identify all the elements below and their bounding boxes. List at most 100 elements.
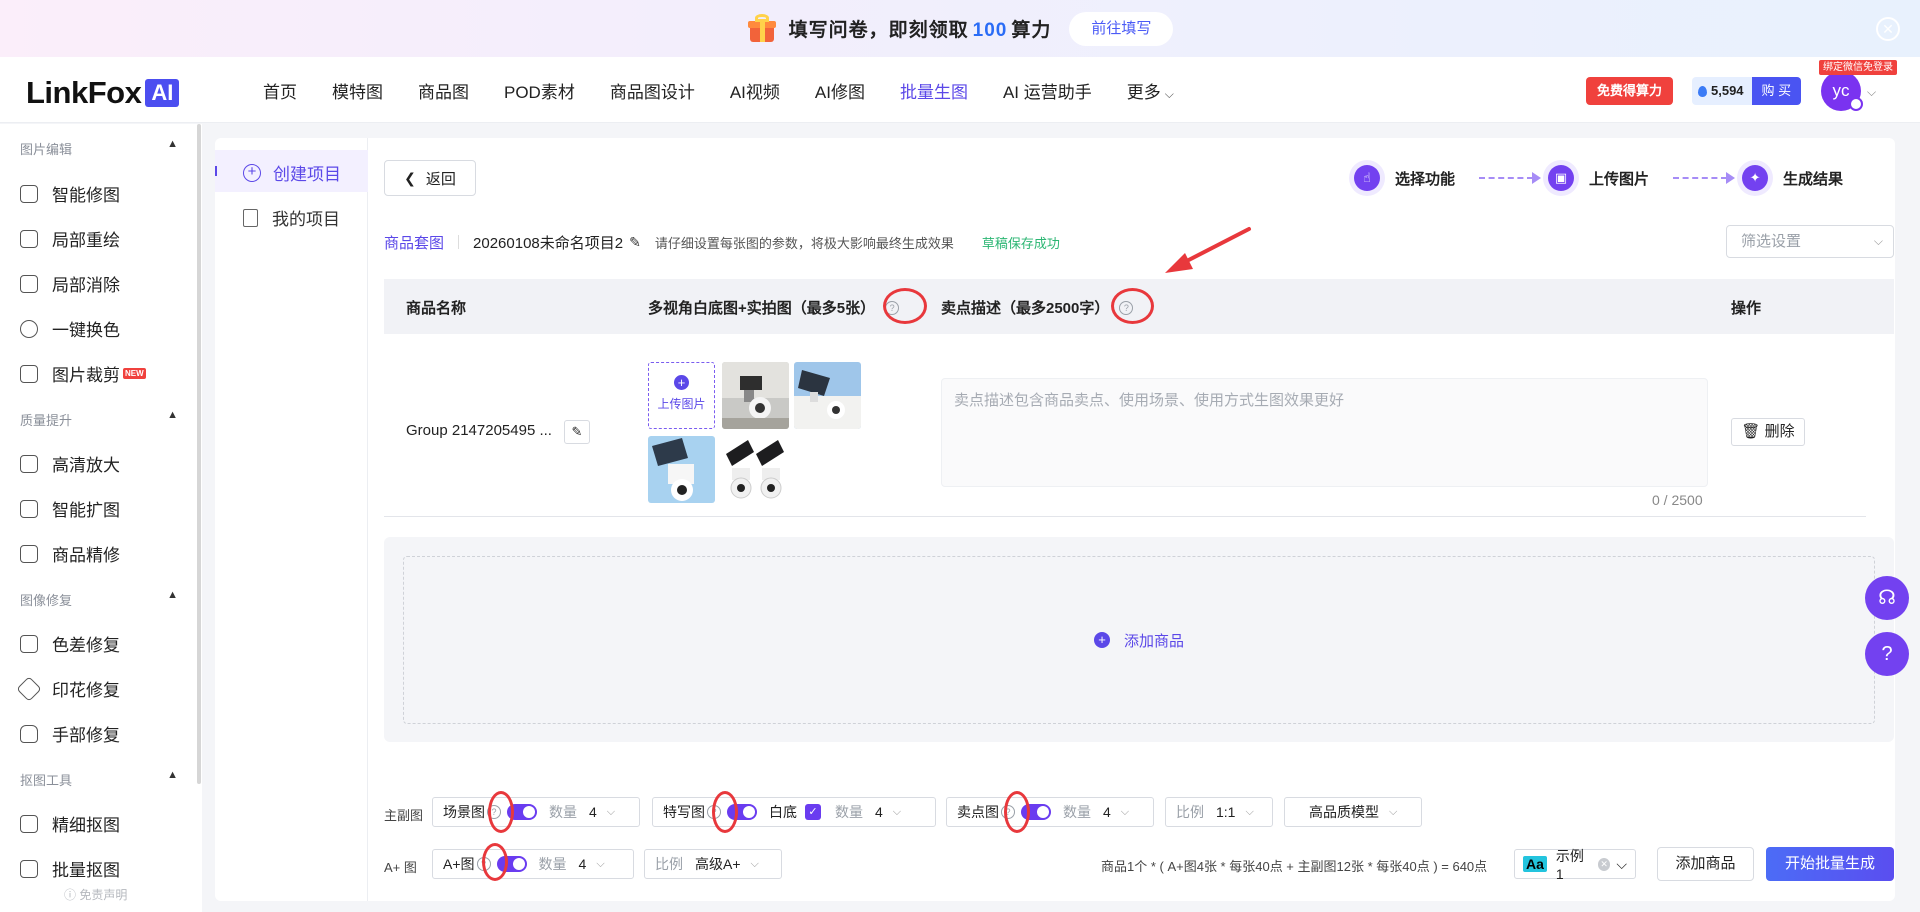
crown-icon bbox=[1849, 97, 1863, 111]
nav-pod-assets[interactable]: POD素材 bbox=[504, 78, 575, 103]
scene-qty-select[interactable]: 4 bbox=[589, 804, 597, 820]
product-thumbnail[interactable] bbox=[794, 362, 861, 429]
ratio-select[interactable]: 比例 1:1 ⌵ bbox=[1165, 797, 1273, 827]
trash-icon: 🗑 bbox=[1741, 423, 1761, 440]
image-upload-icon: ▣ bbox=[1548, 165, 1575, 191]
wand-icon bbox=[20, 184, 38, 203]
nav-product-image[interactable]: 商品图 bbox=[418, 78, 469, 103]
pointer-icon: ☝ bbox=[1354, 165, 1380, 191]
filter-select[interactable]: 筛选设置 ⌵ bbox=[1726, 225, 1894, 258]
scene-image-config: 场景图 ? 数量 4 ⌵ bbox=[432, 797, 640, 827]
sidebar-item-color-fix[interactable]: 色差修复 bbox=[20, 631, 120, 656]
sidebar-item-crop[interactable]: 图片裁剪 NEW bbox=[20, 361, 146, 386]
sidebar-item-fine-cutout[interactable]: 精细抠图 bbox=[20, 811, 120, 836]
headset-icon[interactable]: ☊ bbox=[1865, 576, 1909, 620]
product-thumbnail[interactable] bbox=[722, 436, 789, 503]
chevron-left-icon: ❮ bbox=[404, 169, 416, 186]
logo[interactable]: LinkFox AI bbox=[26, 75, 180, 111]
eraser-icon bbox=[20, 274, 38, 293]
start-batch-button[interactable]: 开始批量生成 bbox=[1766, 847, 1894, 881]
sidebar-item-erase[interactable]: 局部消除 bbox=[20, 271, 120, 296]
aplus-ratio-select[interactable]: 比例 高级A+ ⌵ bbox=[644, 849, 782, 879]
closeup-image-config: 特写图 ? 白底 ✓ 数量 4 ⌵ bbox=[652, 797, 936, 827]
plus-circle-icon: + bbox=[1093, 632, 1110, 648]
nav-batch-generate[interactable]: 批量生图 bbox=[900, 78, 968, 103]
annotation-circle bbox=[482, 843, 508, 881]
sidebar-item-recolor[interactable]: 一键换色 bbox=[20, 316, 120, 341]
sidebar-item-batch-cutout[interactable]: 批量抠图 bbox=[20, 856, 120, 881]
project-name: 20260108未命名项目2 bbox=[473, 234, 624, 252]
edit-icon[interactable]: ✎ bbox=[564, 420, 590, 444]
nav-model-image[interactable]: 模特图 bbox=[332, 78, 383, 103]
selling-points-textarea[interactable]: 卖点描述包含商品卖点、使用场景、使用方式生图效果更好 bbox=[941, 378, 1708, 487]
free-points-button[interactable]: 免费得算力 bbox=[1586, 77, 1674, 105]
delete-button[interactable]: 🗑 删除 bbox=[1731, 418, 1805, 446]
sidebar-scrollbar[interactable] bbox=[197, 124, 201, 784]
nav-product-design[interactable]: 商品图设计 bbox=[610, 78, 695, 103]
sidebar-item-product-refine[interactable]: 商品精修 bbox=[20, 541, 120, 566]
annotation-circle bbox=[1004, 791, 1030, 833]
sidebar-item-print-fix[interactable]: 印花修复 bbox=[16, 675, 120, 702]
nav-home[interactable]: 首页 bbox=[263, 78, 297, 103]
add-product-dropzone[interactable]: + 添加商品 bbox=[403, 556, 1875, 724]
suite-link[interactable]: 商品套图 bbox=[384, 232, 444, 253]
sidebar-item-inpaint[interactable]: 局部重绘 bbox=[20, 226, 120, 251]
chevron-down-icon: ⌵ bbox=[1616, 855, 1627, 872]
document-icon bbox=[243, 208, 258, 227]
upload-image-button[interactable]: + 上传图片 bbox=[648, 362, 715, 429]
table-row: Group 2147205495 ... ✎ + 上传图片 卖点描述包含商品卖点… bbox=[384, 334, 1866, 517]
bind-wechat-tag[interactable]: 绑定微信免登录 bbox=[1819, 60, 1897, 75]
buy-button[interactable]: 购 买 bbox=[1751, 77, 1802, 105]
project-info-bar: 商品套图 20260108未命名项目2 ✎ 请仔细设置每张图的参数，将极大影响最… bbox=[384, 231, 1060, 253]
sidebar-item-smart-retouch[interactable]: 智能修图 bbox=[20, 181, 120, 206]
new-badge: NEW bbox=[123, 368, 146, 379]
sub-navigation: + 创建项目 我的项目 bbox=[215, 138, 368, 901]
annotation-arrow bbox=[1165, 227, 1251, 273]
extend-icon bbox=[20, 499, 38, 518]
sidebar-group-title[interactable]: 图像修复 ▲ bbox=[20, 589, 178, 609]
step-arrow bbox=[1673, 172, 1736, 184]
banner-text: 填写问卷，即刻领取 100 算力 bbox=[788, 20, 1052, 41]
edit-icon[interactable]: ✎ bbox=[629, 234, 641, 251]
disclaimer-link[interactable]: ⓘ 免责声明 bbox=[64, 886, 127, 903]
subnav-my-projects[interactable]: 我的项目 bbox=[243, 205, 340, 230]
chevron-down-icon[interactable]: ⌵ bbox=[1867, 85, 1876, 100]
model-select[interactable]: 高品质模型 ⌵ bbox=[1284, 797, 1422, 827]
brush-icon bbox=[20, 229, 38, 248]
sidebar-item-outpaint[interactable]: 智能扩图 bbox=[20, 496, 120, 521]
left-sidebar: 图片编辑 ▲ 智能修图 局部重绘 局部消除 一键换色 图片裁剪 NEW 质量提升 ▲ … bbox=[0, 124, 202, 912]
subnav-create-project[interactable]: + 创建项目 bbox=[243, 160, 341, 185]
product-thumbnail[interactable] bbox=[648, 436, 715, 503]
color-swap-icon bbox=[20, 319, 38, 338]
params-hint: 请仔细设置每张图的参数，将极大影响最终生成效果 bbox=[654, 235, 954, 251]
sidebar-group-title[interactable]: 抠图工具 ▲ bbox=[20, 769, 178, 789]
main-menu: 首页 模特图 商品图 POD素材 商品图设计 AI视频 AI修图 批量生图 AI… bbox=[263, 57, 1209, 123]
annotation-circle bbox=[883, 288, 927, 324]
aplus-qty-select[interactable]: 4 bbox=[579, 856, 587, 872]
help-circle-icon[interactable]: ? bbox=[1865, 632, 1909, 676]
close-icon[interactable]: ✕ bbox=[1876, 17, 1900, 41]
closeup-qty-select[interactable]: 4 bbox=[875, 804, 883, 820]
example-select[interactable]: Aa 示例1 ✕ ⌵ bbox=[1514, 848, 1636, 882]
banner-cta-button[interactable]: 前往填写 bbox=[1069, 11, 1174, 46]
avatar[interactable]: yc bbox=[1821, 71, 1863, 111]
points-value: 5,594 bbox=[1711, 83, 1744, 98]
sidebar-group-title[interactable]: 图片编辑 ▲ bbox=[20, 138, 178, 158]
sidebar-item-hand-fix[interactable]: 手部修复 bbox=[20, 721, 120, 746]
aplus-images-label: A+ 图 bbox=[384, 860, 417, 875]
nav-ai-assistant[interactable]: AI 运营助手 bbox=[1003, 78, 1092, 103]
chevron-down-icon: ⌵ bbox=[1389, 805, 1398, 818]
add-product-button[interactable]: 添加商品 bbox=[1657, 847, 1754, 881]
clear-icon[interactable]: ✕ bbox=[1598, 857, 1611, 871]
back-button[interactable]: ❮ 返回 bbox=[384, 160, 476, 196]
sidebar-item-upscale[interactable]: 高清放大 bbox=[20, 451, 120, 476]
save-status: 草稿保存成功 bbox=[981, 235, 1060, 251]
nav-ai-retouch[interactable]: AI修图 bbox=[815, 78, 865, 103]
product-thumbnail[interactable] bbox=[722, 362, 789, 429]
nav-ai-video[interactable]: AI视频 bbox=[730, 78, 780, 103]
sidebar-group-title[interactable]: 质量提升 ▲ bbox=[20, 409, 178, 429]
selling-qty-select[interactable]: 4 bbox=[1103, 804, 1111, 820]
nav-more[interactable]: 更多 ⌵ bbox=[1127, 78, 1174, 103]
white-bg-checkbox[interactable]: ✓ bbox=[805, 804, 821, 820]
step-select-function: ☝ 选择功能 bbox=[1349, 160, 1455, 196]
